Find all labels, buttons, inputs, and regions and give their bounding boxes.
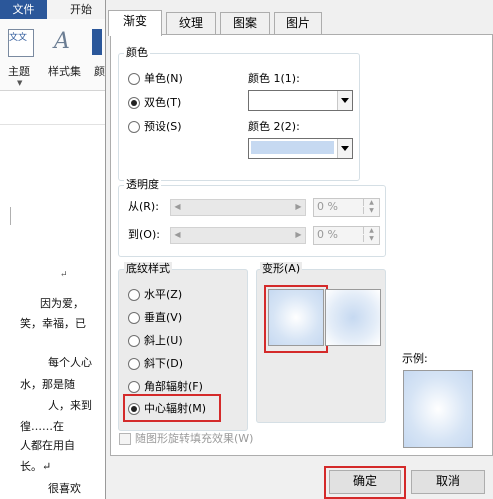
chevron-down-icon: ▼ (17, 79, 23, 87)
colors-label: 颜 (94, 65, 105, 78)
rotate-with-shape-checkbox[interactable] (119, 433, 131, 445)
from-spinbox[interactable]: 0 % ▲ ▼ (313, 198, 380, 217)
sample-label: 示例: (402, 352, 428, 365)
radio-diagonal-up[interactable] (128, 335, 140, 347)
slider-left-arrow-icon[interactable]: ◀ (171, 228, 184, 241)
option-two-colors-label: 双色(T) (144, 96, 182, 109)
to-slider[interactable]: ◀ ▶ (170, 227, 306, 244)
tab-home[interactable]: 开始 (70, 0, 110, 19)
color2-swatch (251, 141, 334, 154)
colors-button[interactable]: 颜 (92, 27, 106, 83)
style-set-icon: A (54, 29, 70, 54)
tab-pattern[interactable]: 图案 (220, 12, 270, 35)
colors-group-title: 颜色 (124, 46, 150, 59)
ribbon-tab-bar: 文件 开始 (0, 0, 110, 19)
transparency-group-title: 透明度 (124, 178, 161, 191)
spin-up-icon[interactable]: ▲ (363, 199, 379, 206)
doc-divider (0, 124, 105, 125)
tab-picture[interactable]: 图片 (274, 12, 322, 35)
from-label: 从(R): (128, 200, 159, 213)
option-preset-label: 预设(S) (144, 120, 182, 133)
spin-down-icon[interactable]: ▼ (363, 207, 379, 214)
spin-down-icon[interactable]: ▼ (363, 235, 379, 242)
spin-up-icon[interactable]: ▲ (363, 227, 379, 234)
dialog-tabstrip: 渐变 纹理 图案 图片 (108, 10, 338, 36)
gradient-panel: 颜色 单色(N) 双色(T) 预设(S) 颜色 1(1): 颜色 2(2): 透… (110, 34, 493, 456)
radio-two-colors[interactable] (128, 97, 140, 109)
slider-left-arrow-icon[interactable]: ◀ (171, 200, 184, 213)
radio-preset[interactable] (128, 121, 140, 133)
sample-preview (403, 370, 473, 448)
option-from-corner-label: 角部辐射(F) (144, 380, 203, 393)
radio-diagonal-down[interactable] (128, 358, 140, 370)
radio-horizontal[interactable] (128, 289, 140, 301)
rotate-with-shape-label: 随图形旋转填充效果(W) (135, 432, 254, 445)
transparency-group (118, 185, 386, 257)
radio-from-corner[interactable] (128, 381, 140, 393)
tab-gradient[interactable]: 渐变 (108, 10, 162, 36)
from-center-highlight (123, 394, 221, 422)
doc-margin-mark (10, 207, 11, 225)
tab-texture[interactable]: 纹理 (166, 12, 216, 35)
option-vertical-label: 垂直(V) (144, 311, 183, 324)
color2-label: 颜色 2(2): (248, 120, 300, 133)
style-set-button[interactable]: A 样式集 (46, 27, 86, 83)
theme-icon: 文文 (8, 29, 34, 57)
option-one-color-label: 单色(N) (144, 72, 183, 85)
chevron-down-icon (337, 91, 352, 110)
slider-right-arrow-icon[interactable]: ▶ (292, 228, 305, 241)
shading-styles-title: 底纹样式 (124, 262, 172, 275)
color1-swatch (251, 93, 334, 106)
ok-button-highlight (324, 466, 406, 499)
variant-center-dark[interactable] (325, 289, 381, 346)
document-area[interactable]: ↵ 因为爱， 笑，幸福，已 每个人心 水，那是随 人，来到 徨……在 人都在用自… (0, 92, 110, 499)
to-spinbox[interactable]: 0 % ▲ ▼ (313, 226, 380, 245)
colors-icon (92, 29, 102, 55)
theme-label: 主题 (8, 65, 30, 78)
color1-dropdown[interactable] (248, 90, 353, 111)
option-diagonal-up-label: 斜上(U) (144, 334, 183, 347)
cancel-button[interactable]: 取消 (411, 470, 485, 494)
ribbon: 文文 主题 ▼ A 样式集 颜 (0, 19, 110, 91)
color2-dropdown[interactable] (248, 138, 353, 159)
option-diagonal-down-label: 斜下(D) (144, 357, 184, 370)
tab-file[interactable]: 文件 (0, 0, 47, 19)
chevron-down-icon (337, 139, 352, 158)
style-set-label: 样式集 (48, 65, 81, 78)
variants-title: 变形(A) (260, 262, 303, 275)
color1-label: 颜色 1(1): (248, 72, 300, 85)
radio-one-color[interactable] (128, 73, 140, 85)
to-label: 到(O): (128, 228, 160, 241)
option-horizontal-label: 水平(Z) (144, 288, 183, 301)
radio-vertical[interactable] (128, 312, 140, 324)
theme-button[interactable]: 文文 主题 ▼ (6, 27, 38, 87)
from-slider[interactable]: ◀ ▶ (170, 199, 306, 216)
slider-right-arrow-icon[interactable]: ▶ (292, 200, 305, 213)
variant-selected-highlight (264, 285, 328, 353)
